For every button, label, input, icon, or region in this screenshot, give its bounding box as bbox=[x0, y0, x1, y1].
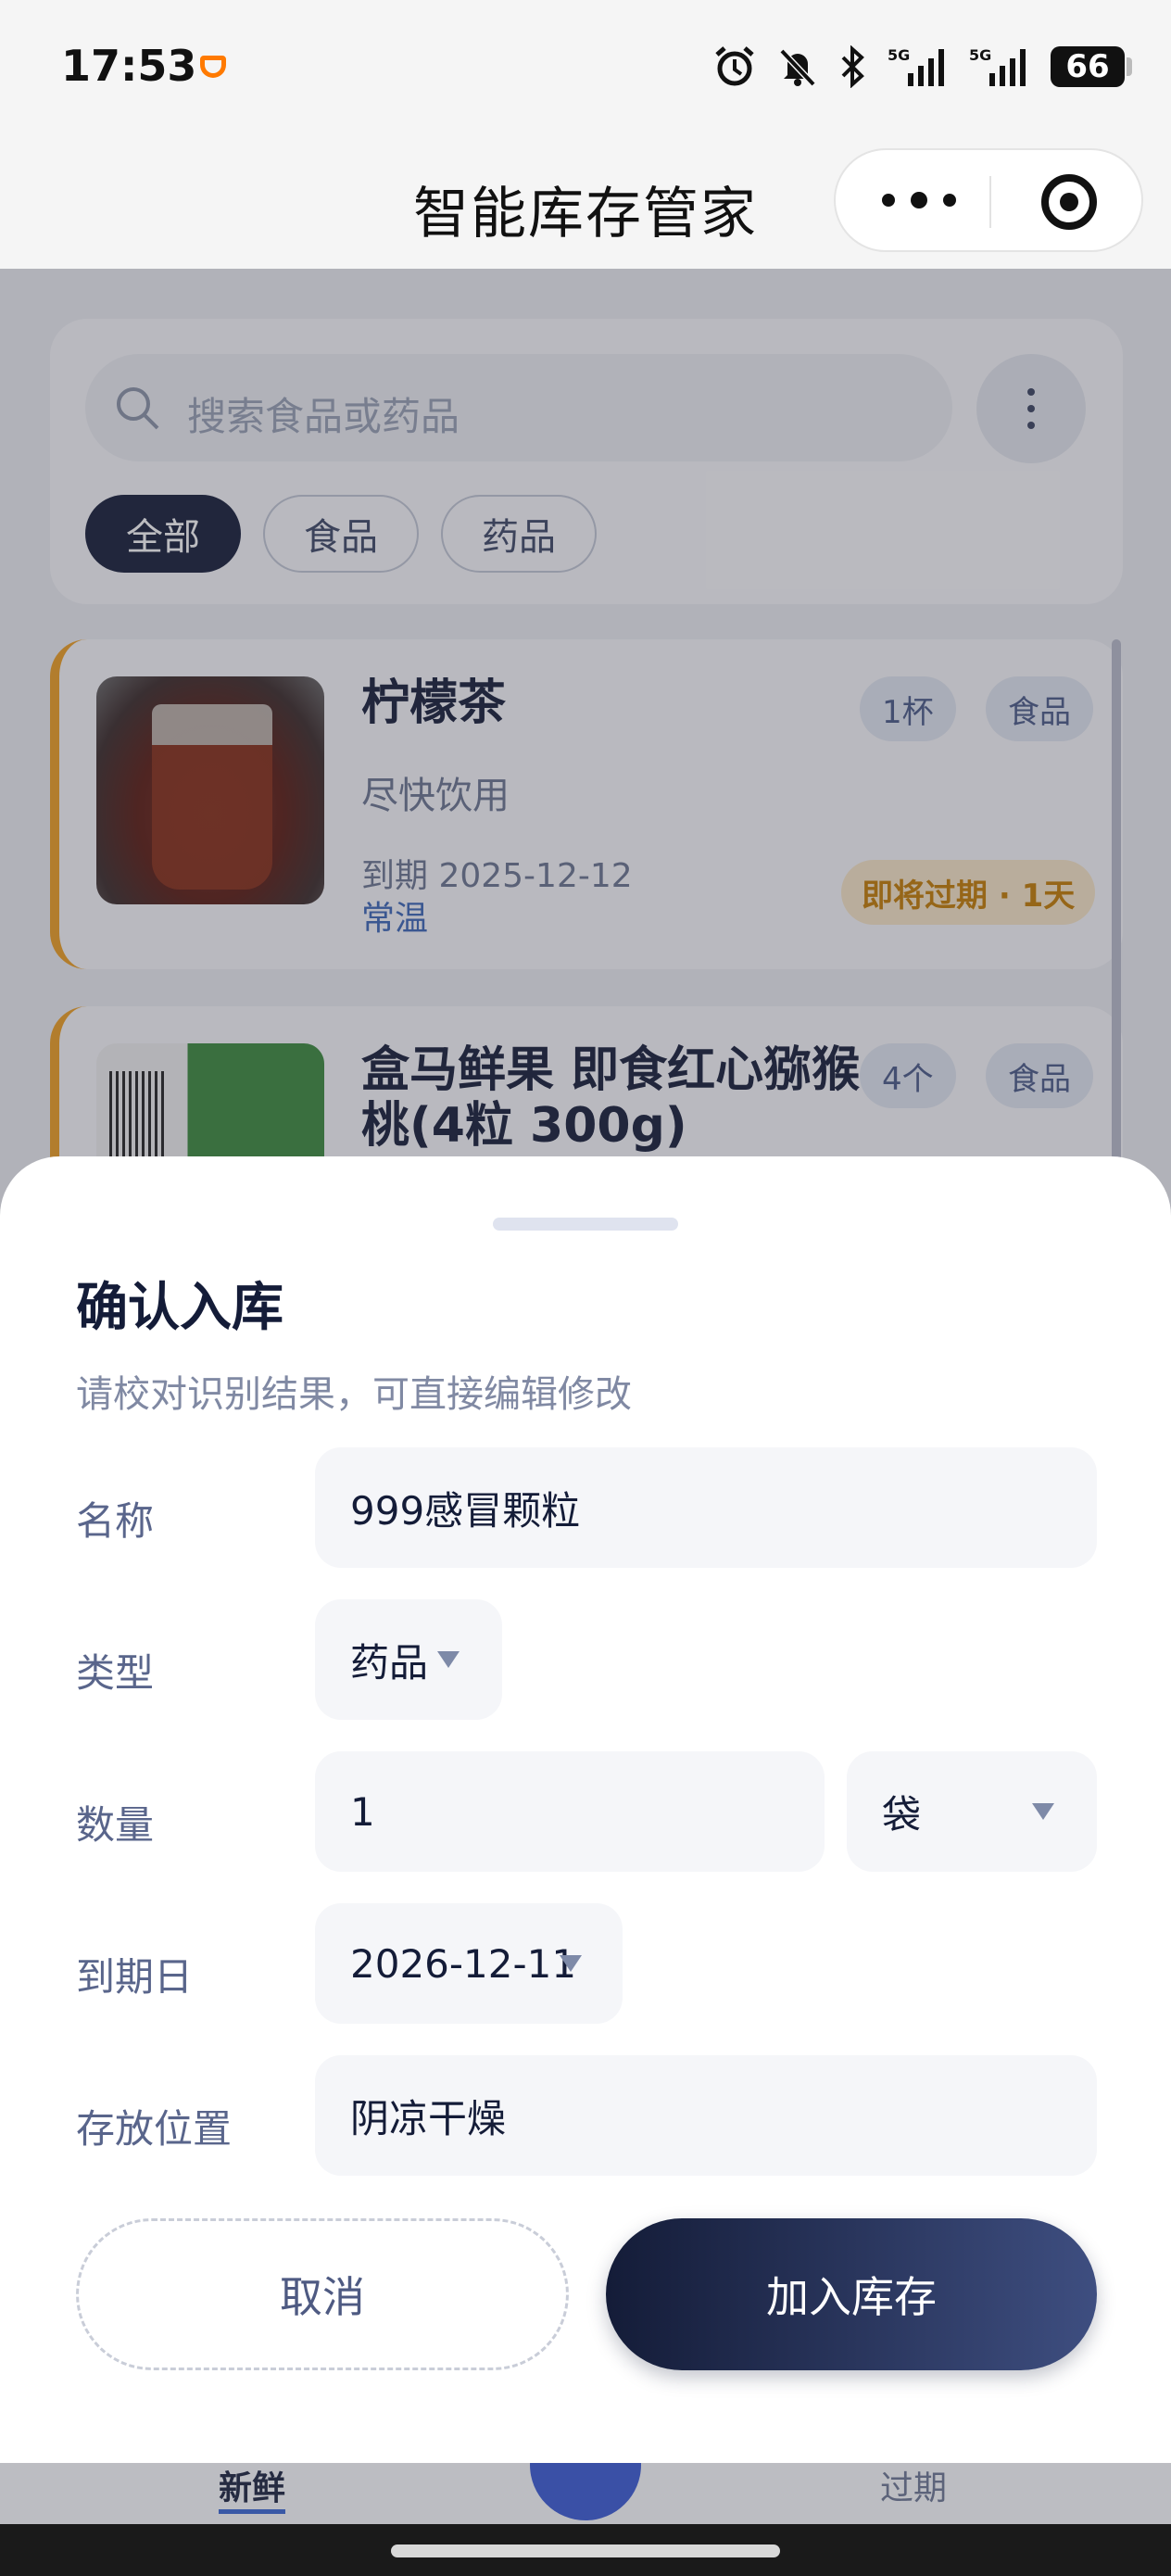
signal-5g-icon-2: 5G bbox=[969, 46, 1026, 86]
mini-program-capsule bbox=[834, 148, 1143, 252]
name-input[interactable]: 999感冒颗粒 bbox=[315, 1447, 1097, 1568]
signal-5g-icon: 5G bbox=[888, 46, 944, 86]
bluetooth-icon bbox=[841, 45, 864, 88]
location-label: 存放位置 bbox=[76, 2106, 233, 2152]
status-time: 17:53 bbox=[61, 41, 197, 91]
capsule-divider bbox=[989, 176, 991, 228]
home-indicator[interactable] bbox=[391, 2544, 780, 2557]
more-options-icon[interactable] bbox=[882, 150, 956, 250]
cancel-button[interactable]: 取消 bbox=[76, 2218, 569, 2370]
quantity-value: 1 bbox=[350, 1788, 375, 1835]
location-value: 阴凉干燥 bbox=[350, 2095, 507, 2141]
status-icons: 5G 5G 66 bbox=[713, 41, 1132, 93]
sheet-subtitle: 请校对识别结果，可直接编辑修改 bbox=[76, 1373, 632, 1416]
nav-bar: 智能库存管家 bbox=[0, 139, 1171, 269]
close-target-icon[interactable] bbox=[1041, 174, 1097, 230]
dropdown-caret-icon bbox=[437, 1651, 460, 1668]
unit-select[interactable]: 袋 bbox=[847, 1751, 1097, 1872]
type-select[interactable]: 药品 bbox=[315, 1599, 502, 1720]
dropdown-caret-icon bbox=[1032, 1803, 1054, 1820]
sheet-title: 确认入库 bbox=[76, 1278, 283, 1338]
expiry-label: 到期日 bbox=[76, 1954, 194, 2000]
sheet-drag-handle[interactable] bbox=[493, 1218, 678, 1231]
app-notification-icon bbox=[200, 56, 226, 78]
svg-text:5G: 5G bbox=[969, 46, 991, 64]
expiry-value: 2026-12-11 bbox=[350, 1940, 577, 1987]
expiry-date-picker[interactable]: 2026-12-11 bbox=[315, 1903, 623, 2024]
name-value: 999感冒颗粒 bbox=[350, 1487, 581, 1534]
location-input[interactable]: 阴凉干燥 bbox=[315, 2055, 1097, 2176]
status-bar: 17:53 5G 5G 66 bbox=[0, 0, 1171, 139]
type-label: 类型 bbox=[76, 1650, 155, 1696]
type-value: 药品 bbox=[350, 1639, 429, 1686]
name-label: 名称 bbox=[76, 1498, 155, 1544]
quantity-label: 数量 bbox=[76, 1802, 155, 1848]
alarm-icon bbox=[715, 46, 754, 86]
dropdown-caret-icon bbox=[560, 1955, 582, 1972]
quantity-input[interactable]: 1 bbox=[315, 1751, 825, 1872]
unit-value: 袋 bbox=[882, 1791, 922, 1837]
svg-text:5G: 5G bbox=[888, 46, 910, 64]
system-gesture-bar bbox=[0, 2524, 1171, 2576]
mute-icon bbox=[779, 48, 816, 87]
add-to-inventory-button[interactable]: 加入库存 bbox=[606, 2218, 1097, 2370]
confirm-stock-sheet: 确认入库 请校对识别结果，可直接编辑修改 名称 999感冒颗粒 类型 药品 数量… bbox=[0, 1156, 1171, 2463]
battery-indicator: 66 bbox=[1051, 46, 1132, 87]
